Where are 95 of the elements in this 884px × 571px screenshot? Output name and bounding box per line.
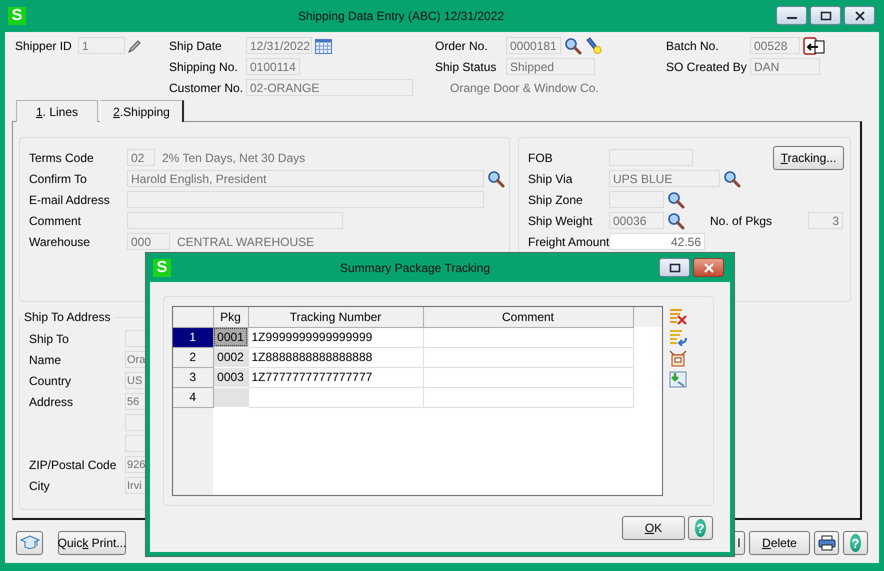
field-label: Customer No.	[169, 80, 244, 94]
field-label: City	[29, 478, 51, 492]
restore-icon	[820, 10, 832, 20]
field-label: E-mail Address	[29, 192, 111, 206]
field-label: Batch No.	[666, 38, 720, 52]
search-icon[interactable]	[487, 170, 505, 188]
box-icon[interactable]	[669, 350, 687, 367]
minimize-button[interactable]	[776, 6, 807, 25]
field-description: 2% Ten Days, Net 30 Days	[162, 150, 306, 164]
input-field[interactable]: DAN	[750, 58, 820, 75]
list-arrow-icon[interactable]	[669, 329, 687, 346]
input-field[interactable]: 12/31/2022	[246, 37, 312, 54]
input-field[interactable]: 00036	[609, 212, 664, 229]
input-field[interactable]: 1	[78, 37, 125, 54]
tab[interactable]: 1. Lines	[16, 100, 98, 122]
input-field[interactable]: UPS BLUE	[609, 170, 720, 187]
table-cell: 0003	[213, 367, 248, 387]
field-label: Ship Date	[169, 38, 223, 52]
field-label: Address	[29, 394, 74, 408]
table-cell: 1Z7777777777777777	[248, 367, 423, 387]
field-label: FOB	[528, 150, 554, 164]
list-delete-icon[interactable]	[669, 308, 687, 325]
quick-print-button[interactable]: Quick Print...	[58, 531, 126, 555]
tutorial-button[interactable]	[16, 531, 43, 555]
restore-button[interactable]	[810, 6, 841, 25]
field-label: SO Created By	[666, 60, 748, 74]
table-cell: 0001	[213, 327, 248, 347]
app-logo: S	[153, 258, 171, 276]
field-label: Ship Status	[435, 60, 498, 74]
graduation-cap-icon	[20, 534, 40, 552]
column-header[interactable]: Comment	[423, 307, 633, 327]
field-label: Comment	[29, 214, 82, 228]
field-label: ZIP/Postal Code	[29, 458, 118, 472]
input-field[interactable]: 000	[127, 233, 170, 250]
column-header[interactable]: Pkg	[213, 307, 248, 327]
table-cell: 1Z9999999999999999	[248, 327, 423, 347]
field-label: Freight Amount	[528, 234, 609, 248]
input-field[interactable]: 00528	[750, 37, 800, 54]
printer-icon	[818, 535, 836, 551]
field-label: Confirm To	[29, 172, 88, 186]
download-icon[interactable]	[669, 371, 687, 388]
customer-name: Orange Door & Window Co.	[449, 80, 599, 94]
flashlight-icon[interactable]	[585, 36, 603, 54]
field-label: Name	[29, 352, 62, 366]
close-icon	[854, 10, 866, 20]
help-button[interactable]: ?	[688, 516, 713, 540]
ok-button[interactable]: OK	[622, 516, 685, 540]
input-field[interactable]: 42.56	[609, 233, 705, 250]
app-logo: S	[8, 6, 26, 24]
table-cell: 1Z8888888888888888	[248, 347, 423, 367]
pencil-icon[interactable]	[128, 38, 142, 52]
row-header[interactable]: 3	[173, 367, 213, 387]
input-field[interactable]: 02	[127, 149, 155, 166]
field-label: Shipper ID	[15, 38, 73, 52]
input-field[interactable]: 3	[808, 212, 843, 229]
column-header[interactable]: Tracking Number	[248, 307, 423, 327]
field-label: Order No.	[435, 38, 489, 52]
document-arrow-icon[interactable]	[803, 36, 825, 54]
field-label: Ship Weight	[528, 214, 594, 228]
restore-button[interactable]	[659, 258, 690, 277]
row-header[interactable]: 2	[173, 347, 213, 367]
tab[interactable]: 2.Shipping	[100, 100, 184, 122]
search-icon[interactable]	[667, 212, 685, 230]
close-icon	[702, 262, 714, 272]
field-label: Shipping No.	[169, 60, 239, 74]
field-label: Warehouse	[29, 234, 91, 248]
search-icon[interactable]	[564, 36, 582, 54]
restore-icon	[668, 262, 680, 272]
field-label: No. of Pkgs	[710, 214, 774, 228]
help-button[interactable]: ?	[843, 531, 868, 555]
row-header[interactable]: 4	[173, 387, 213, 407]
close-button[interactable]	[693, 258, 724, 277]
field-label: Country	[29, 374, 72, 388]
field-label: Ship To	[29, 332, 70, 346]
field-label: Ship Zone	[528, 192, 584, 206]
tracking-button[interactable]: Tracking...	[773, 146, 844, 170]
search-icon[interactable]	[723, 170, 741, 188]
window-title: Shipping Data Entry (ABC) 12/31/2022	[296, 8, 506, 22]
field-description: CENTRAL WAREHOUSE	[177, 234, 314, 248]
row-header[interactable]: 1	[173, 327, 213, 347]
search-icon[interactable]	[667, 190, 685, 208]
print-button[interactable]	[814, 531, 839, 555]
close-button[interactable]	[844, 6, 875, 25]
input-field[interactable]: Harold English, President	[127, 170, 484, 187]
input-field[interactable]: 0000181	[506, 37, 561, 54]
calendar-icon[interactable]	[315, 38, 332, 54]
delete-button[interactable]: Delete	[749, 531, 810, 555]
table-cell: 0002	[213, 347, 248, 367]
group-title: Ship To Address	[23, 310, 112, 324]
dialog-title: Summary Package Tracking	[338, 260, 492, 274]
input-field[interactable]: 02-ORANGE	[246, 79, 413, 96]
input-field[interactable]: 0100114	[246, 58, 300, 75]
field-label: Terms Code	[29, 150, 95, 164]
field-label: Ship Via	[528, 172, 574, 186]
input-field[interactable]: Shipped	[506, 58, 595, 75]
